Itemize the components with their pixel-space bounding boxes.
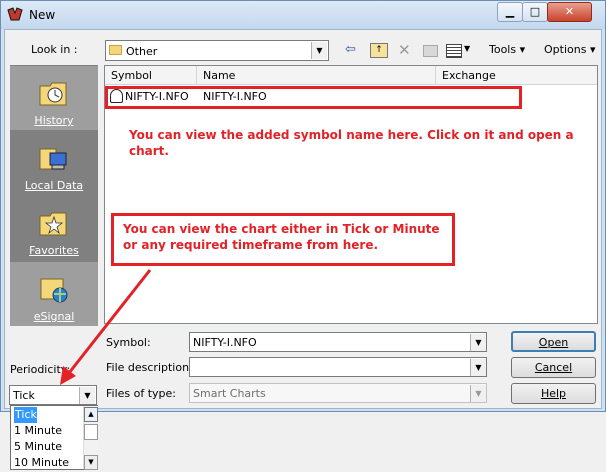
annotation-arrow-icon bbox=[60, 269, 152, 385]
